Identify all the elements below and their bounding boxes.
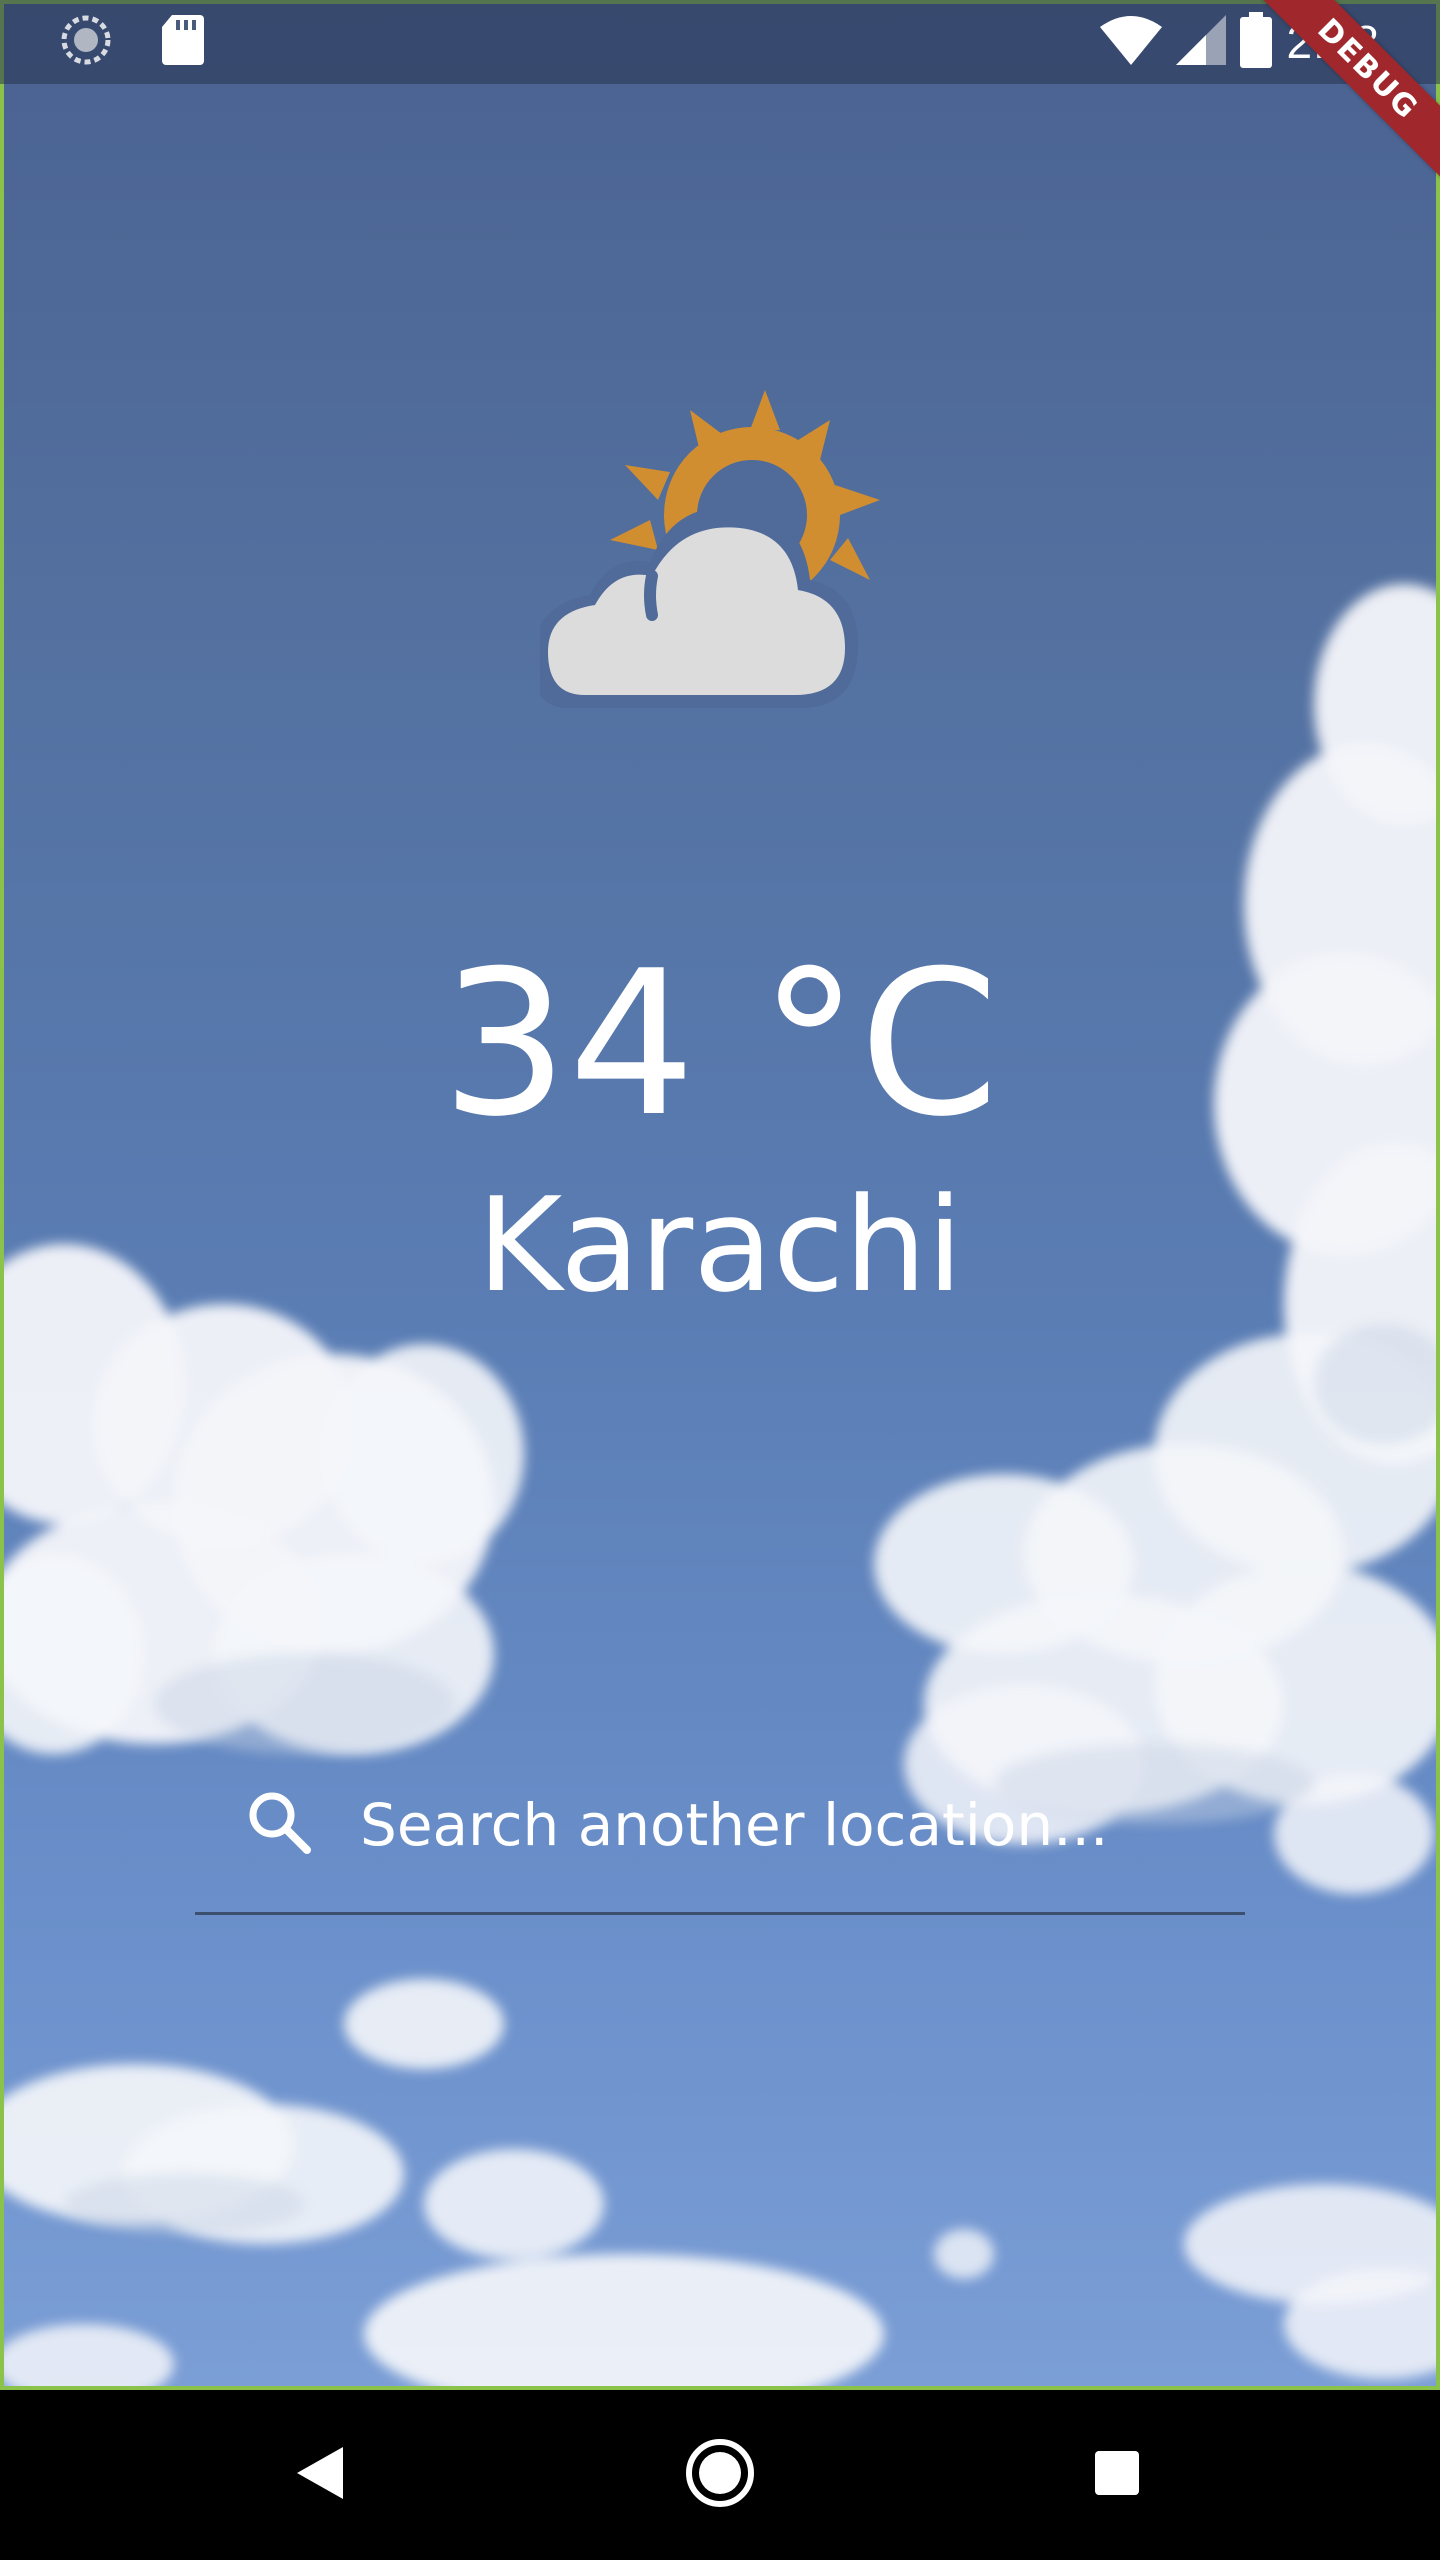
cellular-signal-icon	[1176, 14, 1227, 70]
recents-button[interactable]	[1072, 2430, 1162, 2520]
recents-icon	[1095, 2450, 1139, 2500]
back-button[interactable]	[275, 2430, 365, 2520]
home-button[interactable]	[675, 2430, 765, 2520]
home-icon	[685, 2438, 755, 2513]
loading-circle-icon	[60, 14, 112, 71]
search-icon	[245, 1788, 315, 1858]
navigation-bar	[0, 2390, 1440, 2560]
wifi-icon	[1100, 15, 1163, 70]
sd-card-icon	[162, 14, 204, 70]
temperature-label: 34 °C	[441, 928, 999, 1161]
search-input[interactable]	[360, 1780, 1220, 1870]
city-label: Karachi	[477, 1169, 963, 1321]
partly-cloudy-icon	[532, 390, 900, 750]
status-left-icons	[60, 14, 204, 70]
battery-icon	[1240, 11, 1273, 73]
search-field[interactable]	[195, 1770, 1245, 1915]
app-screen: 2:48 DEBUG 34	[0, 0, 1440, 2560]
back-icon	[297, 2446, 343, 2504]
status-bar: 2:48	[0, 0, 1440, 84]
